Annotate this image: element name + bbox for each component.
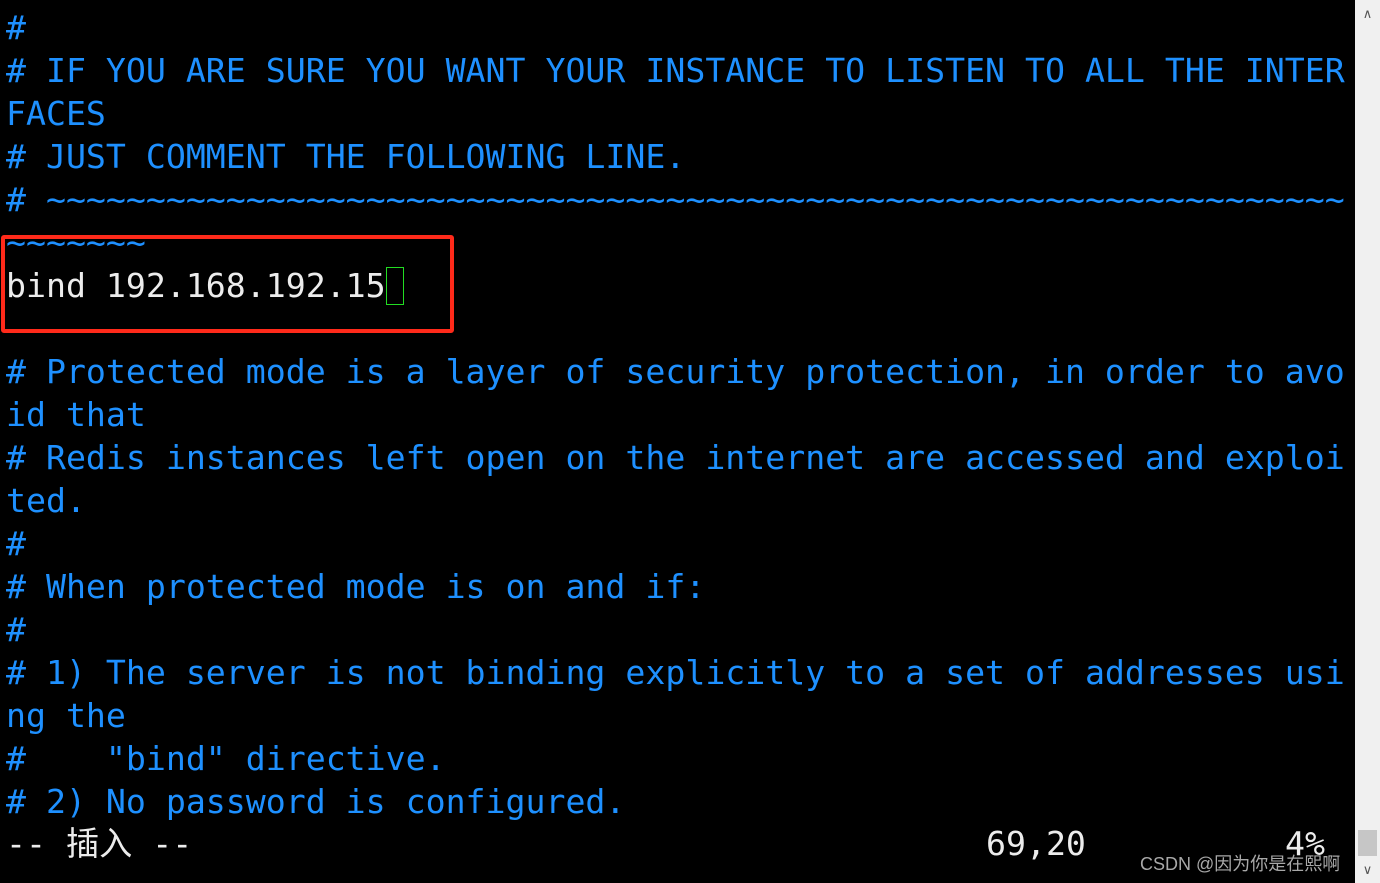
line: # 2) No password is configured. xyxy=(6,782,626,821)
line: ted. xyxy=(6,481,86,520)
line: FACES xyxy=(6,94,106,133)
line: # JUST COMMENT THE FOLLOWING LINE. xyxy=(6,137,686,176)
watermark: CSDN @因为你是在熙啊 xyxy=(1140,854,1341,874)
cursor-position: 69,20 xyxy=(986,824,1086,863)
line: # ~~~~~~~~~~~~~~~~~~~~~~~~~~~~~~~~~~~~~~… xyxy=(6,180,1345,219)
line: # IF YOU ARE SURE YOU WANT YOUR INSTANCE… xyxy=(6,51,1345,90)
line: # 1) The server is not binding explicitl… xyxy=(6,653,1345,692)
line: # xyxy=(6,524,26,563)
chevron-down-icon[interactable]: ∨ xyxy=(1355,858,1380,883)
line: # xyxy=(6,8,26,47)
line: # "bind" directive. xyxy=(6,739,446,778)
line: ng the xyxy=(6,696,126,735)
scrollbar-thumb[interactable] xyxy=(1358,830,1377,856)
line: # xyxy=(6,610,26,649)
scrollbar[interactable]: ∧ ∨ xyxy=(1355,0,1380,883)
highlight-box xyxy=(1,235,454,333)
chevron-up-icon[interactable]: ∧ xyxy=(1355,2,1380,27)
line: id that xyxy=(6,395,146,434)
mode-indicator: -- 插入 -- xyxy=(6,824,193,863)
vim-buffer[interactable]: # # IF YOU ARE SURE YOU WANT YOUR INSTAN… xyxy=(6,6,1355,823)
line: # When protected mode is on and if: xyxy=(6,567,706,606)
line: # Protected mode is a layer of security … xyxy=(6,352,1345,391)
line: # Redis instances left open on the inter… xyxy=(6,438,1345,477)
